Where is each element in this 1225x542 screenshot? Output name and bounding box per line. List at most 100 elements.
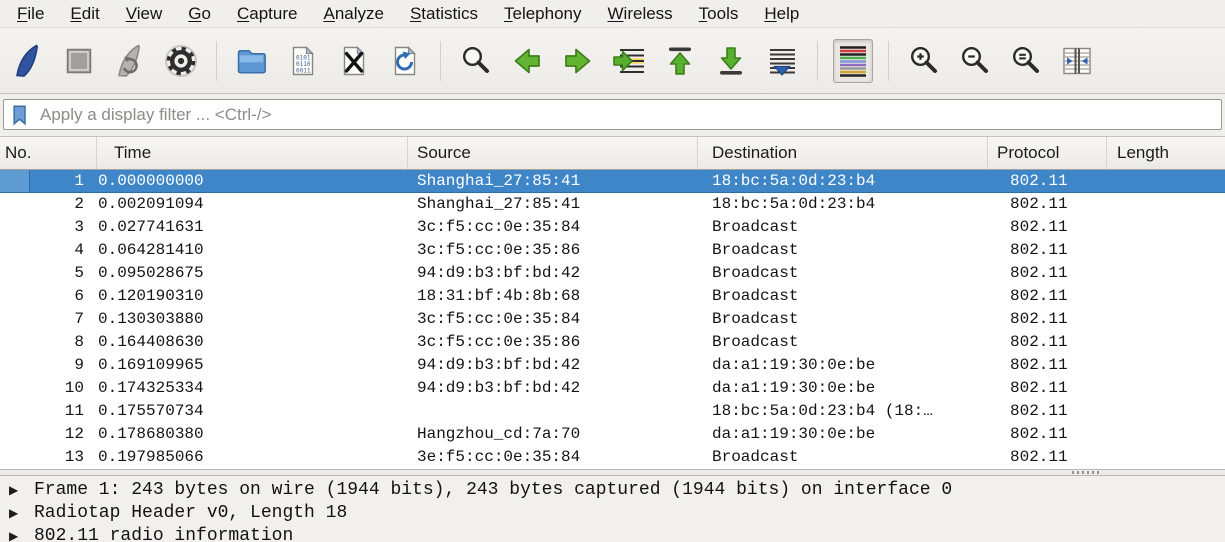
main-toolbar: 010101100011 [0, 28, 1225, 94]
packet-list-body: 10.000000000Shanghai_27:85:4118:bc:5a:0d… [0, 170, 1225, 469]
go-bottom-button[interactable] [711, 39, 751, 83]
go-to-packet-button[interactable] [609, 39, 649, 83]
open-file-button[interactable] [232, 39, 272, 83]
find-packet-icon [458, 43, 494, 79]
cell-length [1107, 216, 1225, 239]
column-header-destination[interactable]: Destination [698, 137, 988, 169]
cell-protocol: 802.11 [988, 262, 1107, 285]
cell-protocol: 802.11 [988, 308, 1107, 331]
menu-item-tools[interactable]: Tools [686, 0, 752, 27]
menu-item-file[interactable]: File [4, 0, 57, 27]
packet-row[interactable]: 10.000000000Shanghai_27:85:4118:bc:5a:0d… [0, 170, 1225, 193]
display-filter-field[interactable] [3, 99, 1222, 130]
cell-no: 7 [0, 308, 97, 331]
details-line[interactable]: ▶Frame 1: 243 bytes on wire (1944 bits),… [0, 478, 1225, 501]
cell-time: 0.169109965 [97, 354, 408, 377]
pane-divider[interactable] [0, 469, 1225, 476]
cell-no: 5 [0, 262, 97, 285]
column-header-time[interactable]: Time [97, 137, 408, 169]
details-line-text: 802.11 radio information [34, 526, 293, 542]
packet-row[interactable]: 30.0277416313c:f5:cc:0e:35:84Broadcast80… [0, 216, 1225, 239]
column-header-length[interactable]: Length [1107, 137, 1225, 169]
restart-capture-button[interactable] [110, 39, 150, 83]
stop-capture-button[interactable] [59, 39, 99, 83]
packet-details-pane: ▶Frame 1: 243 bytes on wire (1944 bits),… [0, 476, 1225, 542]
packet-row[interactable]: 130.1979850663e:f5:cc:0e:35:84Broadcast8… [0, 446, 1225, 469]
menu-item-analyze[interactable]: Analyze [310, 0, 396, 27]
cell-protocol: 802.11 [988, 285, 1107, 308]
cell-protocol: 802.11 [988, 354, 1107, 377]
expand-arrow-icon[interactable]: ▶ [0, 483, 34, 497]
cell-length [1107, 308, 1225, 331]
menu-item-edit[interactable]: Edit [57, 0, 112, 27]
go-back-button[interactable] [507, 39, 547, 83]
go-top-button[interactable] [660, 39, 700, 83]
cell-time: 0.027741631 [97, 216, 408, 239]
column-header-no[interactable]: No. [0, 137, 97, 169]
cell-time: 0.175570734 [97, 400, 408, 423]
menu-item-capture[interactable]: Capture [224, 0, 310, 27]
cell-source: 94:d9:b3:bf:bd:42 [408, 262, 698, 285]
cell-destination: Broadcast [698, 331, 988, 354]
cell-length [1107, 170, 1225, 192]
cell-time: 0.174325334 [97, 377, 408, 400]
menubar: FileEditViewGoCaptureAnalyzeStatisticsTe… [0, 0, 1225, 28]
cell-time: 0.178680380 [97, 423, 408, 446]
menu-item-view[interactable]: View [113, 0, 176, 27]
cell-protocol: 802.11 [988, 331, 1107, 354]
cell-destination: Broadcast [698, 285, 988, 308]
packet-row[interactable]: 80.1644086303c:f5:cc:0e:35:86Broadcast80… [0, 331, 1225, 354]
cell-no: 6 [0, 285, 97, 308]
menu-item-telephony[interactable]: Telephony [491, 0, 595, 27]
menu-item-help[interactable]: Help [751, 0, 812, 27]
cell-source: 3e:f5:cc:0e:35:84 [408, 446, 698, 469]
details-line-text: Radiotap Header v0, Length 18 [34, 503, 347, 523]
menu-item-wireless[interactable]: Wireless [595, 0, 686, 27]
packet-row[interactable]: 100.17432533494:d9:b3:bf:bd:42da:a1:19:3… [0, 377, 1225, 400]
capture-options-button[interactable] [161, 39, 201, 83]
close-file-button[interactable] [334, 39, 374, 83]
details-line[interactable]: ▶Radiotap Header v0, Length 18 [0, 501, 1225, 524]
start-capture-button[interactable] [8, 39, 48, 83]
packet-row[interactable]: 60.12019031018:31:bf:4b:8b:68Broadcast80… [0, 285, 1225, 308]
cell-time: 0.130303880 [97, 308, 408, 331]
resize-columns-button[interactable] [1057, 39, 1097, 83]
go-forward-button[interactable] [558, 39, 598, 83]
auto-scroll-button[interactable] [762, 39, 802, 83]
cell-destination: 18:bc:5a:0d:23:b4 [698, 170, 988, 192]
packet-row[interactable]: 20.002091094Shanghai_27:85:4118:bc:5a:0d… [0, 193, 1225, 216]
cell-length [1107, 446, 1225, 469]
zoom-original-button[interactable] [1006, 39, 1046, 83]
expand-arrow-icon[interactable]: ▶ [0, 506, 34, 520]
colorize-button[interactable] [833, 39, 873, 83]
colorize-icon [835, 43, 871, 79]
menu-item-go[interactable]: Go [175, 0, 224, 27]
wireshark-window: FileEditViewGoCaptureAnalyzeStatisticsTe… [0, 0, 1225, 542]
save-file-button[interactable]: 010101100011 [283, 39, 323, 83]
packet-row[interactable]: 70.1303038803c:f5:cc:0e:35:84Broadcast80… [0, 308, 1225, 331]
packet-row[interactable]: 90.16910996594:d9:b3:bf:bd:42da:a1:19:30… [0, 354, 1225, 377]
packet-row[interactable]: 50.09502867594:d9:b3:bf:bd:42Broadcast80… [0, 262, 1225, 285]
toolbar-separator [817, 41, 818, 81]
zoom-out-button[interactable] [955, 39, 995, 83]
cell-length [1107, 239, 1225, 262]
menu-item-statistics[interactable]: Statistics [397, 0, 491, 27]
packet-row[interactable]: 120.178680380Hangzhou_cd:7a:70da:a1:19:3… [0, 423, 1225, 446]
cell-source: Hangzhou_cd:7a:70 [408, 423, 698, 446]
zoom-in-button[interactable] [904, 39, 944, 83]
divider-grip-icon[interactable] [1072, 471, 1100, 474]
details-line[interactable]: ▶802.11 radio information [0, 524, 1225, 542]
filter-bookmark-icon[interactable] [10, 102, 32, 128]
packet-row[interactable]: 40.0642814103c:f5:cc:0e:35:86Broadcast80… [0, 239, 1225, 262]
display-filter-input[interactable] [40, 101, 1221, 128]
column-header-source[interactable]: Source [408, 137, 698, 169]
zoom-in-icon [906, 43, 942, 79]
cell-length [1107, 400, 1225, 423]
expand-arrow-icon[interactable]: ▶ [0, 529, 34, 542]
reload-file-button[interactable] [385, 39, 425, 83]
go-bottom-icon [713, 43, 749, 79]
cell-no: 13 [0, 446, 97, 469]
packet-row[interactable]: 110.17557073418:bc:5a:0d:23:b4 (18:…802.… [0, 400, 1225, 423]
column-header-protocol[interactable]: Protocol [988, 137, 1107, 169]
find-packet-button[interactable] [456, 39, 496, 83]
